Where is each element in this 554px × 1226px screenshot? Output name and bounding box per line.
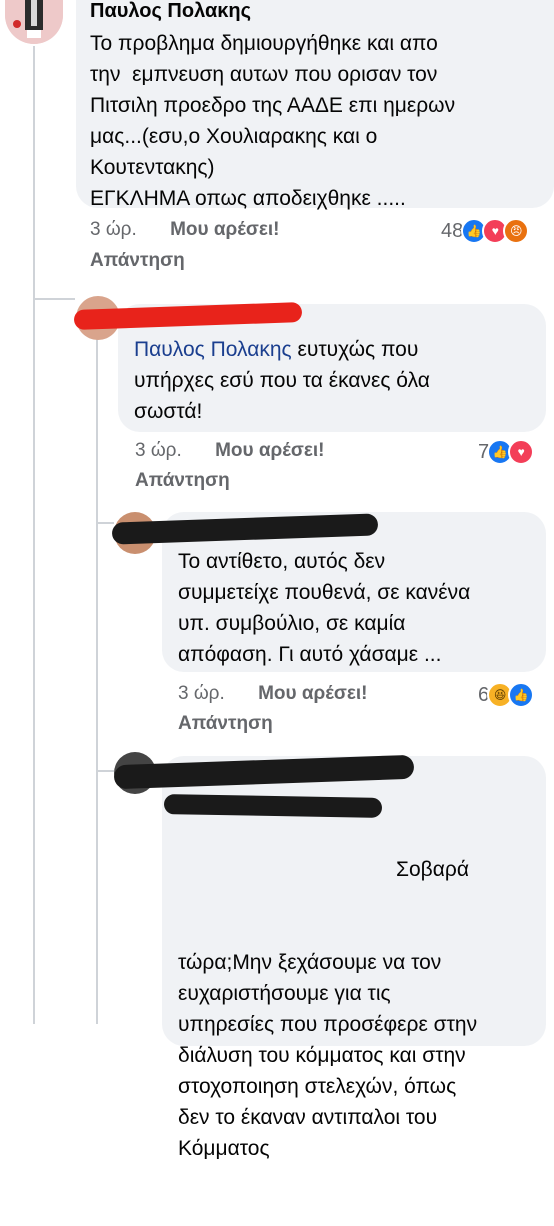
comment-timestamp[interactable]: 3 ώρ. bbox=[90, 219, 137, 240]
angry-icon: 😠 bbox=[503, 218, 530, 244]
comment-actions: 3 ώρ. Μου αρέσει! bbox=[135, 440, 324, 462]
thread-line-branch-1 bbox=[33, 298, 75, 300]
reaction-count: 48 bbox=[441, 219, 464, 242]
avatar[interactable] bbox=[5, 0, 63, 44]
comment-text: Σοβαρά τώρα;Μην ξεχάσουμε να τον ευχαρισ… bbox=[178, 792, 530, 1226]
like-icon: 👍 bbox=[508, 682, 535, 708]
comment-actions: 3 ώρ. Μου αρέσει! bbox=[178, 683, 367, 705]
comment-text-first-line: Σοβαρά bbox=[396, 858, 469, 881]
thread-line-branch-2 bbox=[96, 522, 114, 524]
reply-button[interactable]: Απάντηση bbox=[135, 470, 230, 492]
reaction-summary[interactable]: 7 👍 ♥ bbox=[478, 439, 535, 465]
mention-link[interactable]: Παυλος Πολακης bbox=[134, 338, 292, 361]
thread-line-main bbox=[33, 46, 35, 1024]
comment-actions: 3 ώρ. Μου αρέσει! bbox=[90, 219, 279, 241]
comment-timestamp[interactable]: 3 ώρ. bbox=[178, 683, 225, 704]
comment-text: Το αντίθετο, αυτός δεν συμμετείχε πουθεν… bbox=[178, 550, 471, 666]
comment-body: τώρα;Μην ξεχάσουμε να τον ευχαριστήσουμε… bbox=[178, 951, 478, 1160]
thread-line-sub bbox=[96, 335, 98, 1024]
comment-timestamp[interactable]: 3 ώρ. bbox=[135, 440, 182, 461]
redaction-mark bbox=[163, 794, 383, 818]
like-button[interactable]: Μου αρέσει! bbox=[258, 683, 367, 704]
thread-line-branch-3 bbox=[96, 770, 114, 772]
comment-text: Παυλος Πολακης ευτυχώς που υπήρχες εσύ π… bbox=[134, 334, 530, 427]
like-button[interactable]: Μου αρέσει! bbox=[170, 219, 279, 240]
heart-icon: ♥ bbox=[508, 439, 535, 465]
comment-bubble: Παυλος Πολακης Το προβλημα δημιουργήθηκε… bbox=[76, 0, 554, 210]
comment-text: Το προβλημα δημιουργήθηκε και απο την εμ… bbox=[90, 32, 456, 210]
reply-button[interactable]: Απάντηση bbox=[178, 713, 273, 735]
reaction-summary[interactable]: 6 😆 👍 bbox=[478, 682, 535, 708]
like-button[interactable]: Μου αρέσει! bbox=[215, 440, 324, 461]
comment-author[interactable]: Παυλος Πολακης bbox=[90, 0, 540, 23]
reply-button[interactable]: Απάντηση bbox=[90, 250, 185, 272]
avatar-photo bbox=[5, 0, 63, 44]
reaction-summary[interactable]: 48 👍 ♥ 😠 bbox=[441, 218, 530, 244]
